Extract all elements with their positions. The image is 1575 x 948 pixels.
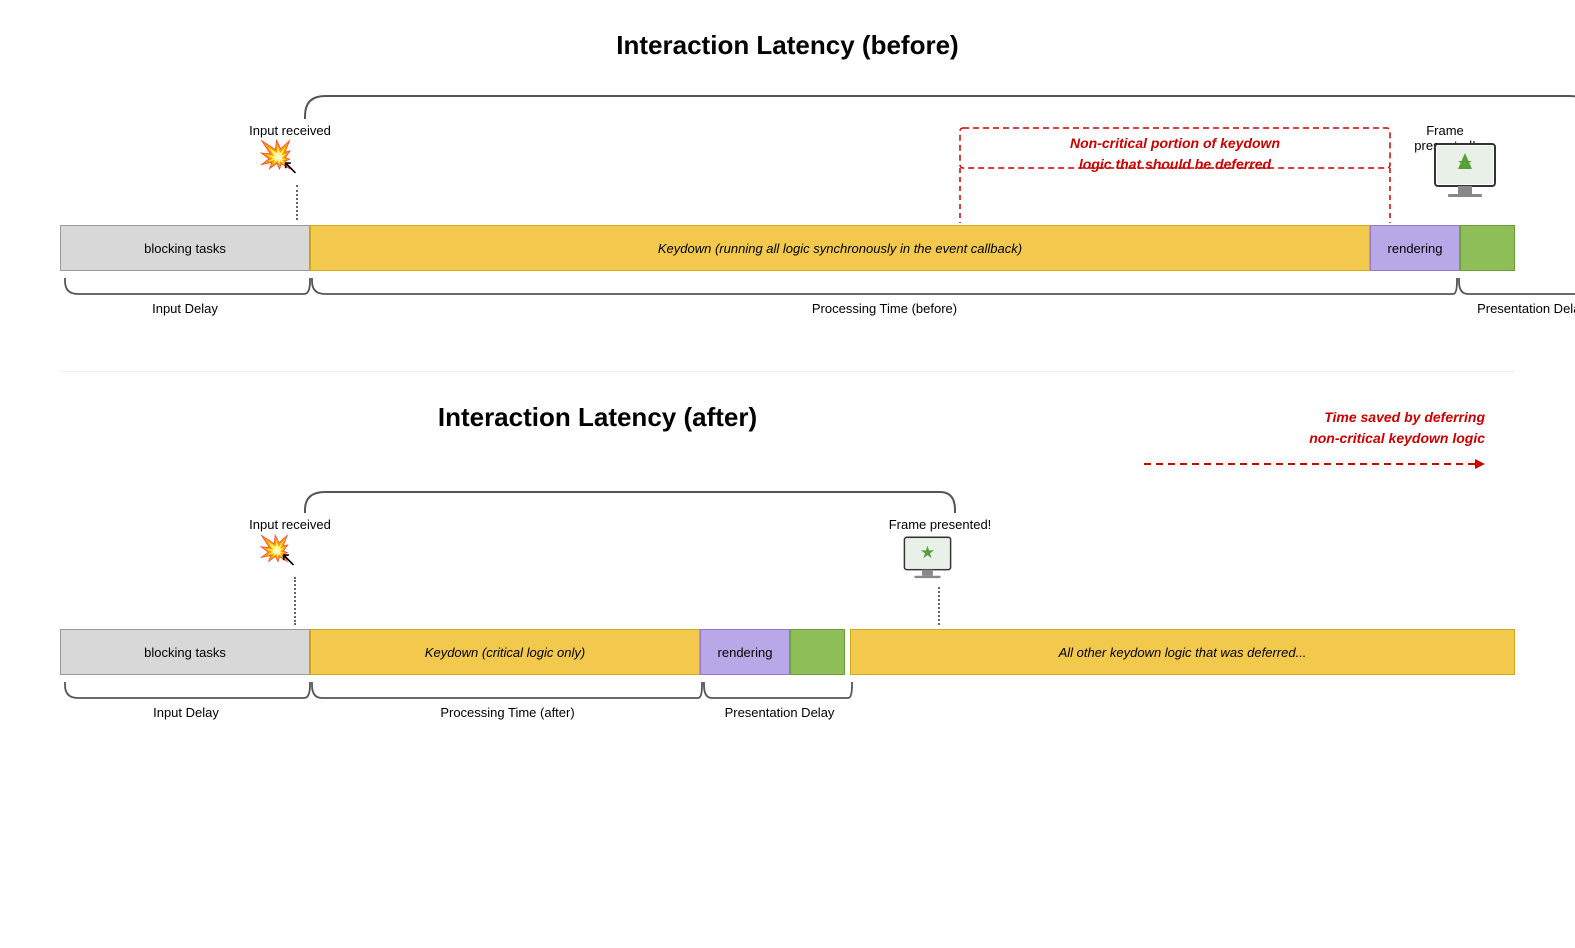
before-diagram: Interaction Latency (before) Input recei…	[60, 30, 1515, 331]
bars-row-after: blocking tasks Keydown (critical logic o…	[60, 627, 1515, 677]
cursor-icon-after: ↖	[280, 547, 297, 572]
divider	[60, 371, 1515, 372]
bar-deferred-after: All other keydown logic that was deferre…	[850, 629, 1515, 675]
top-brace-after	[60, 487, 1515, 515]
monitor-svg-before: ★	[1430, 141, 1500, 206]
before-title: Interaction Latency (before)	[60, 30, 1515, 61]
monitor-after: ★	[900, 535, 955, 588]
presentation-delay-label-before: Presentation Delay	[1457, 301, 1575, 316]
bars-row-before: blocking tasks Keydown (running all logi…	[60, 223, 1515, 273]
dotted-line-after	[294, 577, 296, 625]
top-brace-before	[60, 91, 1515, 121]
frame-presented-label-after: Frame presented!	[880, 517, 1000, 532]
input-delay-label-before: Input Delay	[60, 301, 310, 316]
svg-text:★: ★	[1457, 153, 1473, 173]
input-delay-label-after: Input Delay	[60, 705, 312, 720]
time-saved-annotation: Time saved by deferringnon-critical keyd…	[1135, 402, 1515, 477]
presentation-delay-label-after: Presentation Delay	[702, 705, 857, 720]
svg-text:★: ★	[920, 543, 935, 562]
page: Interaction Latency (before) Input recei…	[0, 0, 1575, 805]
input-area-before: Input received 💥 ↖ Frame presented! ★	[60, 123, 1515, 223]
processing-time-label-after: Processing Time (after)	[310, 705, 705, 720]
bar-rendering-after: rendering	[700, 629, 790, 675]
input-received-label-before: Input received	[235, 123, 345, 138]
bar-paint-after	[790, 629, 845, 675]
input-area-after: Input received 💥 ↖ Frame presented! ★	[60, 517, 1515, 627]
dotted-line-frame-after	[938, 587, 940, 625]
bar-keydown-before: Keydown (running all logic synchronously…	[310, 225, 1370, 271]
annotation-line-before	[960, 168, 1390, 223]
bar-blocking-after: blocking tasks	[60, 629, 310, 675]
bar-blocking-before: blocking tasks	[60, 225, 310, 271]
dotted-line-before	[296, 185, 298, 220]
labels-row-after: Input Delay Processing Time (after) Pres…	[60, 680, 1515, 735]
after-diagram: Interaction Latency (after) Time saved b…	[60, 402, 1515, 735]
bar-rendering-before: rendering	[1370, 225, 1460, 271]
labels-row-before: Input Delay Processing Time (before) Pre…	[60, 276, 1515, 331]
input-received-label-after: Input received	[235, 517, 345, 532]
bar-keydown-after: Keydown (critical logic only)	[310, 629, 700, 675]
monitor-before: ★	[1430, 141, 1500, 209]
processing-time-label-before: Processing Time (before)	[312, 301, 1457, 316]
time-saved-arrow	[1135, 454, 1485, 474]
cursor-icon-before: ↖	[282, 155, 299, 180]
time-saved-text: Time saved by deferringnon-critical keyd…	[1135, 407, 1485, 449]
monitor-svg-after: ★	[900, 535, 955, 585]
after-title: Interaction Latency (after)	[60, 402, 1135, 433]
bar-paint-before	[1460, 225, 1515, 271]
